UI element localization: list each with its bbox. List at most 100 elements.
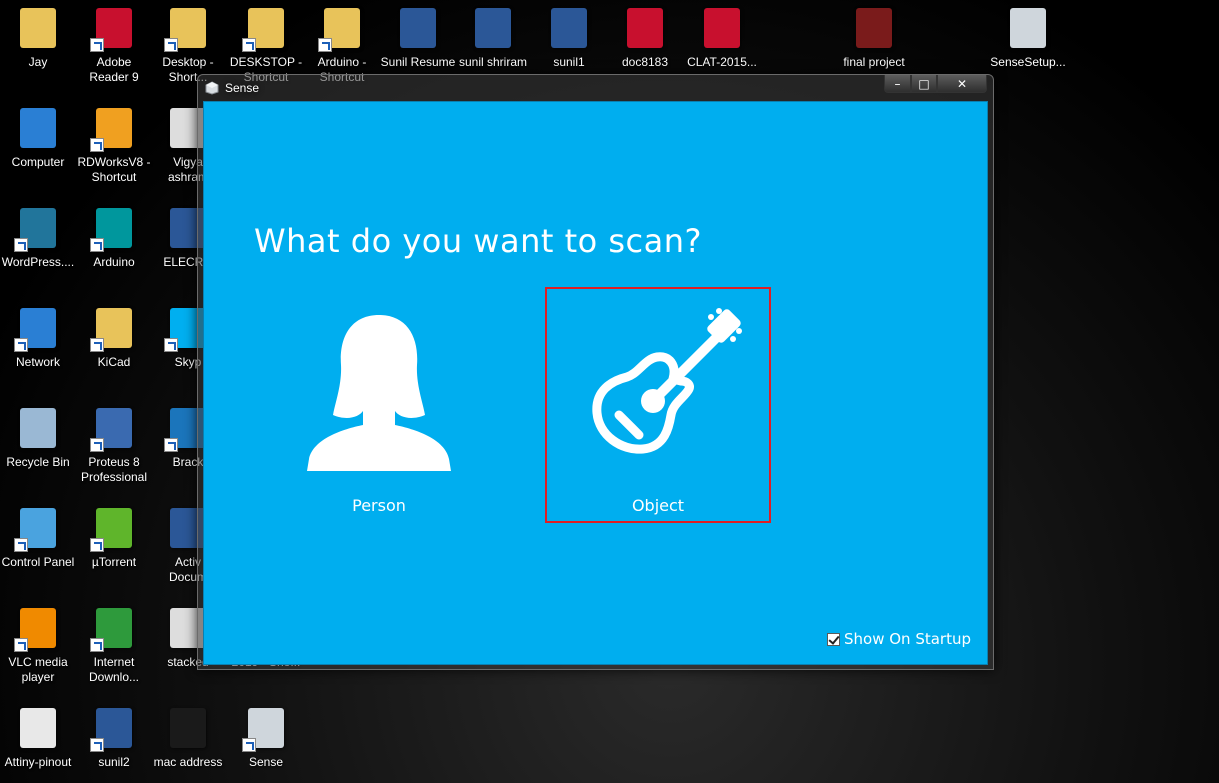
proteus-icon xyxy=(90,404,138,452)
desktop-icon-label: RDWorksV8 - Shortcut xyxy=(77,155,151,184)
desktop-icon-label: KiCad xyxy=(97,355,131,369)
desktop-icon[interactable]: mac address xyxy=(150,700,226,783)
idm-icon xyxy=(90,604,138,652)
control-panel-icon xyxy=(14,504,62,552)
show-on-startup[interactable]: Show On Startup xyxy=(827,630,971,648)
desktop-icon-label: sunil1 xyxy=(553,55,585,69)
desktop-icon-label: WordPress.... xyxy=(1,255,75,269)
person-option[interactable]: Person xyxy=(266,287,492,523)
sense-window: Sense – □ ✕ What do you want to scan? Pe… xyxy=(197,74,994,670)
word-doc-icon xyxy=(394,4,442,52)
desktop-icon-label: Proteus 8 Professional xyxy=(80,455,148,484)
desktop-icon[interactable]: Internet Downlo... xyxy=(76,600,152,690)
shortcut-arrow-icon xyxy=(90,438,104,452)
desktop-icon-label: Sense xyxy=(248,755,284,769)
desktop-icon[interactable]: Proteus 8 Professional xyxy=(76,400,152,490)
terminal-image-icon xyxy=(164,704,212,752)
desktop-icon[interactable]: Jay xyxy=(0,0,76,90)
sense-icon xyxy=(242,704,290,752)
desktop-icon[interactable]: RDWorksV8 - Shortcut xyxy=(76,100,152,190)
shortcut-arrow-icon xyxy=(164,438,178,452)
folder-icon xyxy=(242,4,290,52)
object-option[interactable]: Object xyxy=(545,287,771,523)
shortcut-arrow-icon xyxy=(90,538,104,552)
desktop-icon[interactable]: WordPress.... xyxy=(0,200,76,290)
kicad-icon xyxy=(90,304,138,352)
desktop-icon-label: CLAT-2015... xyxy=(687,55,757,69)
user-folder-icon xyxy=(14,4,62,52)
shortcut-arrow-icon xyxy=(242,38,256,52)
show-on-startup-checkbox[interactable] xyxy=(827,632,840,646)
desktop-icon-label: Computer xyxy=(11,155,65,169)
minimize-button[interactable]: – xyxy=(884,75,911,93)
desktop-icon[interactable]: Arduino xyxy=(76,200,152,290)
word-doc-icon xyxy=(545,4,593,52)
utorrent-icon xyxy=(90,504,138,552)
sense-setup-icon xyxy=(1004,4,1052,52)
desktop-icon[interactable]: Control Panel xyxy=(0,500,76,590)
window-controls: – □ ✕ xyxy=(884,75,987,95)
desktop-icon-label: Network xyxy=(15,355,60,369)
desktop-icon-label: final project xyxy=(843,55,905,69)
arduino-icon xyxy=(90,204,138,252)
word-doc-icon xyxy=(90,704,138,752)
desktop-icon[interactable]: Sense xyxy=(228,700,304,783)
title-bar[interactable]: Sense – □ ✕ xyxy=(198,75,993,101)
desktop-icon-label: Attiny-pinout xyxy=(4,755,72,769)
desktop-icon[interactable]: Adobe Reader 9 xyxy=(76,0,152,90)
desktop-icon[interactable]: VLC media player xyxy=(0,600,76,690)
desktop-icon-label: VLC media player xyxy=(8,655,68,684)
folder-icon xyxy=(318,4,366,52)
desktop-icon-label: sunil shriram xyxy=(458,55,527,69)
desktop-icon-label: mac address xyxy=(153,755,223,769)
close-button[interactable]: ✕ xyxy=(937,75,987,93)
desktop-icon-label: SenseSetup... xyxy=(990,55,1066,69)
vlc-icon xyxy=(14,604,62,652)
sense-client-area: What do you want to scan? Person Object … xyxy=(203,101,988,665)
guitar-icon xyxy=(592,308,742,454)
wordpress-icon xyxy=(14,204,62,252)
shortcut-arrow-icon xyxy=(90,238,104,252)
desktop-icon-label: Internet Downlo... xyxy=(88,655,140,684)
shortcut-arrow-icon xyxy=(90,738,104,752)
desktop-icon[interactable]: µTorrent xyxy=(76,500,152,590)
page-title: What do you want to scan? xyxy=(254,222,702,260)
desktop-icon-label: Recycle Bin xyxy=(6,455,70,469)
shortcut-arrow-icon xyxy=(242,738,256,752)
shortcut-arrow-icon xyxy=(90,338,104,352)
object-label: Object xyxy=(631,496,685,515)
pdf-doc-icon xyxy=(621,4,669,52)
image-file-icon xyxy=(14,704,62,752)
desktop-icon[interactable]: KiCad xyxy=(76,300,152,390)
rdworks-icon xyxy=(90,104,138,152)
desktop-icon[interactable]: Attiny-pinout xyxy=(0,700,76,783)
desktop-icon[interactable]: Computer xyxy=(0,100,76,190)
image-file-icon xyxy=(850,4,898,52)
desktop-icon[interactable]: SenseSetup... xyxy=(990,0,1066,90)
recycle-bin-icon xyxy=(14,404,62,452)
desktop-icon-label: Adobe Reader 9 xyxy=(89,55,139,84)
shortcut-arrow-icon xyxy=(164,338,178,352)
desktop-icon-label: Jay xyxy=(28,55,48,69)
shortcut-arrow-icon xyxy=(14,538,28,552)
pdf-doc-icon xyxy=(698,4,746,52)
desktop-icon[interactable]: sunil2 xyxy=(76,700,152,783)
person-label: Person xyxy=(352,496,406,515)
maximize-button[interactable]: □ xyxy=(911,75,937,93)
desktop-icon-label: sunil2 xyxy=(98,755,130,769)
desktop-icon[interactable]: Recycle Bin xyxy=(0,400,76,490)
desktop-icon-label: Control Panel xyxy=(1,555,75,569)
desktop-icon[interactable]: Network xyxy=(0,300,76,390)
desktop-icon-label: µTorrent xyxy=(91,555,137,569)
person-silhouette-icon xyxy=(307,315,451,471)
window-title: Sense xyxy=(225,81,260,95)
shortcut-arrow-icon xyxy=(90,138,104,152)
folder-icon xyxy=(164,4,212,52)
network-icon xyxy=(14,304,62,352)
show-on-startup-label: Show On Startup xyxy=(844,630,971,648)
word-doc-icon xyxy=(469,4,517,52)
shortcut-arrow-icon xyxy=(90,38,104,52)
sense-app-icon xyxy=(205,81,219,95)
shortcut-arrow-icon xyxy=(14,238,28,252)
desktop-icon-label: Arduino xyxy=(93,255,135,269)
